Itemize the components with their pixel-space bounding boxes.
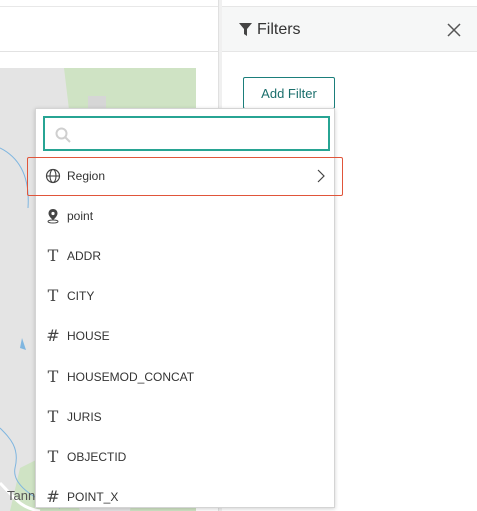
text-type-icon: T: [47, 286, 59, 305]
number-type-icon: #: [46, 487, 60, 506]
dropdown-item-label: Region: [67, 169, 106, 183]
dropdown-item-label: OBJECTID: [67, 450, 127, 464]
dropdown-item-label: point: [67, 209, 94, 223]
dropdown-item-label: HOUSEMOD_CONCAT: [67, 370, 195, 384]
dropdown-item-point-x[interactable]: # POINT_X: [36, 477, 334, 507]
dropdown-item-label: ADDR: [67, 249, 102, 263]
app-root: Tann Middle Fork Filters Add Filter: [0, 0, 477, 511]
filters-header: Filters: [222, 6, 477, 52]
search-input[interactable]: [79, 122, 319, 146]
map-toolbar: [0, 6, 218, 52]
location-pin-icon: [47, 209, 59, 224]
dropdown-item-house[interactable]: # HOUSE: [36, 316, 334, 356]
map-place-label: Tann: [7, 488, 36, 503]
filters-title: Filters: [257, 21, 301, 38]
dropdown-item-label: HOUSE: [67, 329, 110, 343]
globe-icon: [45, 168, 61, 184]
number-type-icon: #: [46, 326, 60, 345]
dropdown-item-city[interactable]: T CITY: [36, 276, 334, 316]
dropdown-item-housemod-concat[interactable]: T HOUSEMOD_CONCAT: [36, 357, 334, 397]
dropdown-item-point[interactable]: point: [36, 196, 334, 236]
text-type-icon: T: [47, 246, 59, 265]
search-icon: [55, 127, 71, 143]
dropdown-item-objectid[interactable]: T OBJECTID: [36, 437, 334, 477]
dropdown-item-label: POINT_X: [67, 490, 119, 504]
dropdown-item-label: JURIS: [67, 410, 102, 424]
search-box[interactable]: [43, 116, 330, 151]
chevron-right-icon: [317, 169, 325, 183]
field-dropdown: Region point T ADDR T CITY # HOUSE T HOU…: [35, 108, 335, 508]
add-filter-button[interactable]: Add Filter: [243, 77, 335, 109]
dropdown-item-region[interactable]: Region: [36, 156, 334, 196]
text-type-icon: T: [47, 447, 59, 466]
close-icon[interactable]: [446, 22, 462, 38]
dropdown-item-label: CITY: [67, 289, 95, 303]
dropdown-item-addr[interactable]: T ADDR: [36, 236, 334, 276]
filter-icon: [239, 23, 252, 36]
text-type-icon: T: [47, 367, 59, 386]
dropdown-item-juris[interactable]: T JURIS: [36, 397, 334, 437]
text-type-icon: T: [47, 407, 59, 426]
